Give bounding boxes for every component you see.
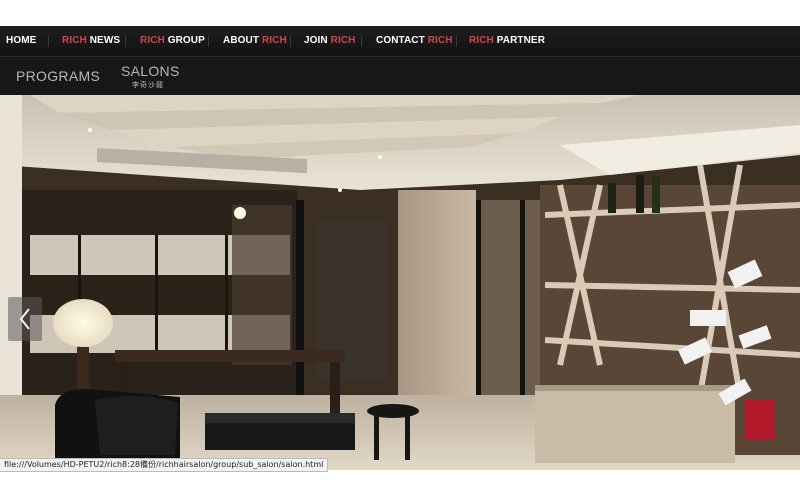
nav-divider [48, 35, 49, 47]
top-navigation-bar: HOME RICH NEWS RICH GROUP ABOUT RICH JOI… [0, 26, 800, 57]
nav-rich-partner-accent: RICH [469, 35, 494, 46]
nav-divider [208, 35, 209, 47]
nav-contact-rich-label: CONTACT [376, 35, 428, 46]
nav-join-rich[interactable]: JOIN RICH [304, 35, 355, 46]
nav-contact-rich[interactable]: CONTACT RICH [376, 35, 453, 46]
nav-rich-news-label: NEWS [86, 35, 121, 46]
nav-join-rich-accent: RICH [330, 35, 356, 46]
salon-interior-illustration [0, 95, 800, 470]
nav-divider [290, 35, 291, 47]
subnav-salons[interactable]: SALONS [121, 63, 180, 79]
browser-status-url: file:///Volumes/HD-PETU2/rich8:28備份/rich… [0, 458, 329, 472]
subnav-salons-caption: 李奇沙龍 [132, 82, 164, 89]
nav-home-label: HOME [6, 35, 37, 46]
nav-rich-group-label: GROUP [164, 35, 205, 46]
nav-rich-group-accent: RICH [140, 35, 165, 46]
salon-interior-photo [0, 95, 800, 470]
nav-rich-group[interactable]: RICH GROUP [140, 35, 205, 46]
nav-home[interactable]: HOME [6, 35, 36, 46]
nav-contact-rich-accent: RICH [427, 35, 453, 46]
nav-about-rich[interactable]: ABOUT RICH [223, 35, 287, 46]
subnav-programs[interactable]: PROGRAMS [16, 68, 100, 84]
nav-join-rich-label: JOIN [304, 35, 331, 46]
nav-rich-partner[interactable]: RICH PARTNER [469, 35, 545, 46]
nav-divider [456, 35, 457, 47]
nav-about-rich-accent: RICH [261, 35, 287, 46]
nav-about-rich-label: ABOUT [223, 35, 262, 46]
nav-divider [125, 35, 126, 47]
nav-rich-news[interactable]: RICH NEWS [62, 35, 120, 46]
nav-rich-partner-label: PARTNER [493, 35, 546, 46]
slider-previous-button[interactable] [8, 297, 42, 341]
sub-navigation-bar: PROGRAMS SALONS 李奇沙龍 [0, 57, 800, 95]
chevron-left-icon [19, 308, 30, 330]
nav-rich-news-accent: RICH [62, 35, 87, 46]
nav-divider [361, 35, 362, 47]
